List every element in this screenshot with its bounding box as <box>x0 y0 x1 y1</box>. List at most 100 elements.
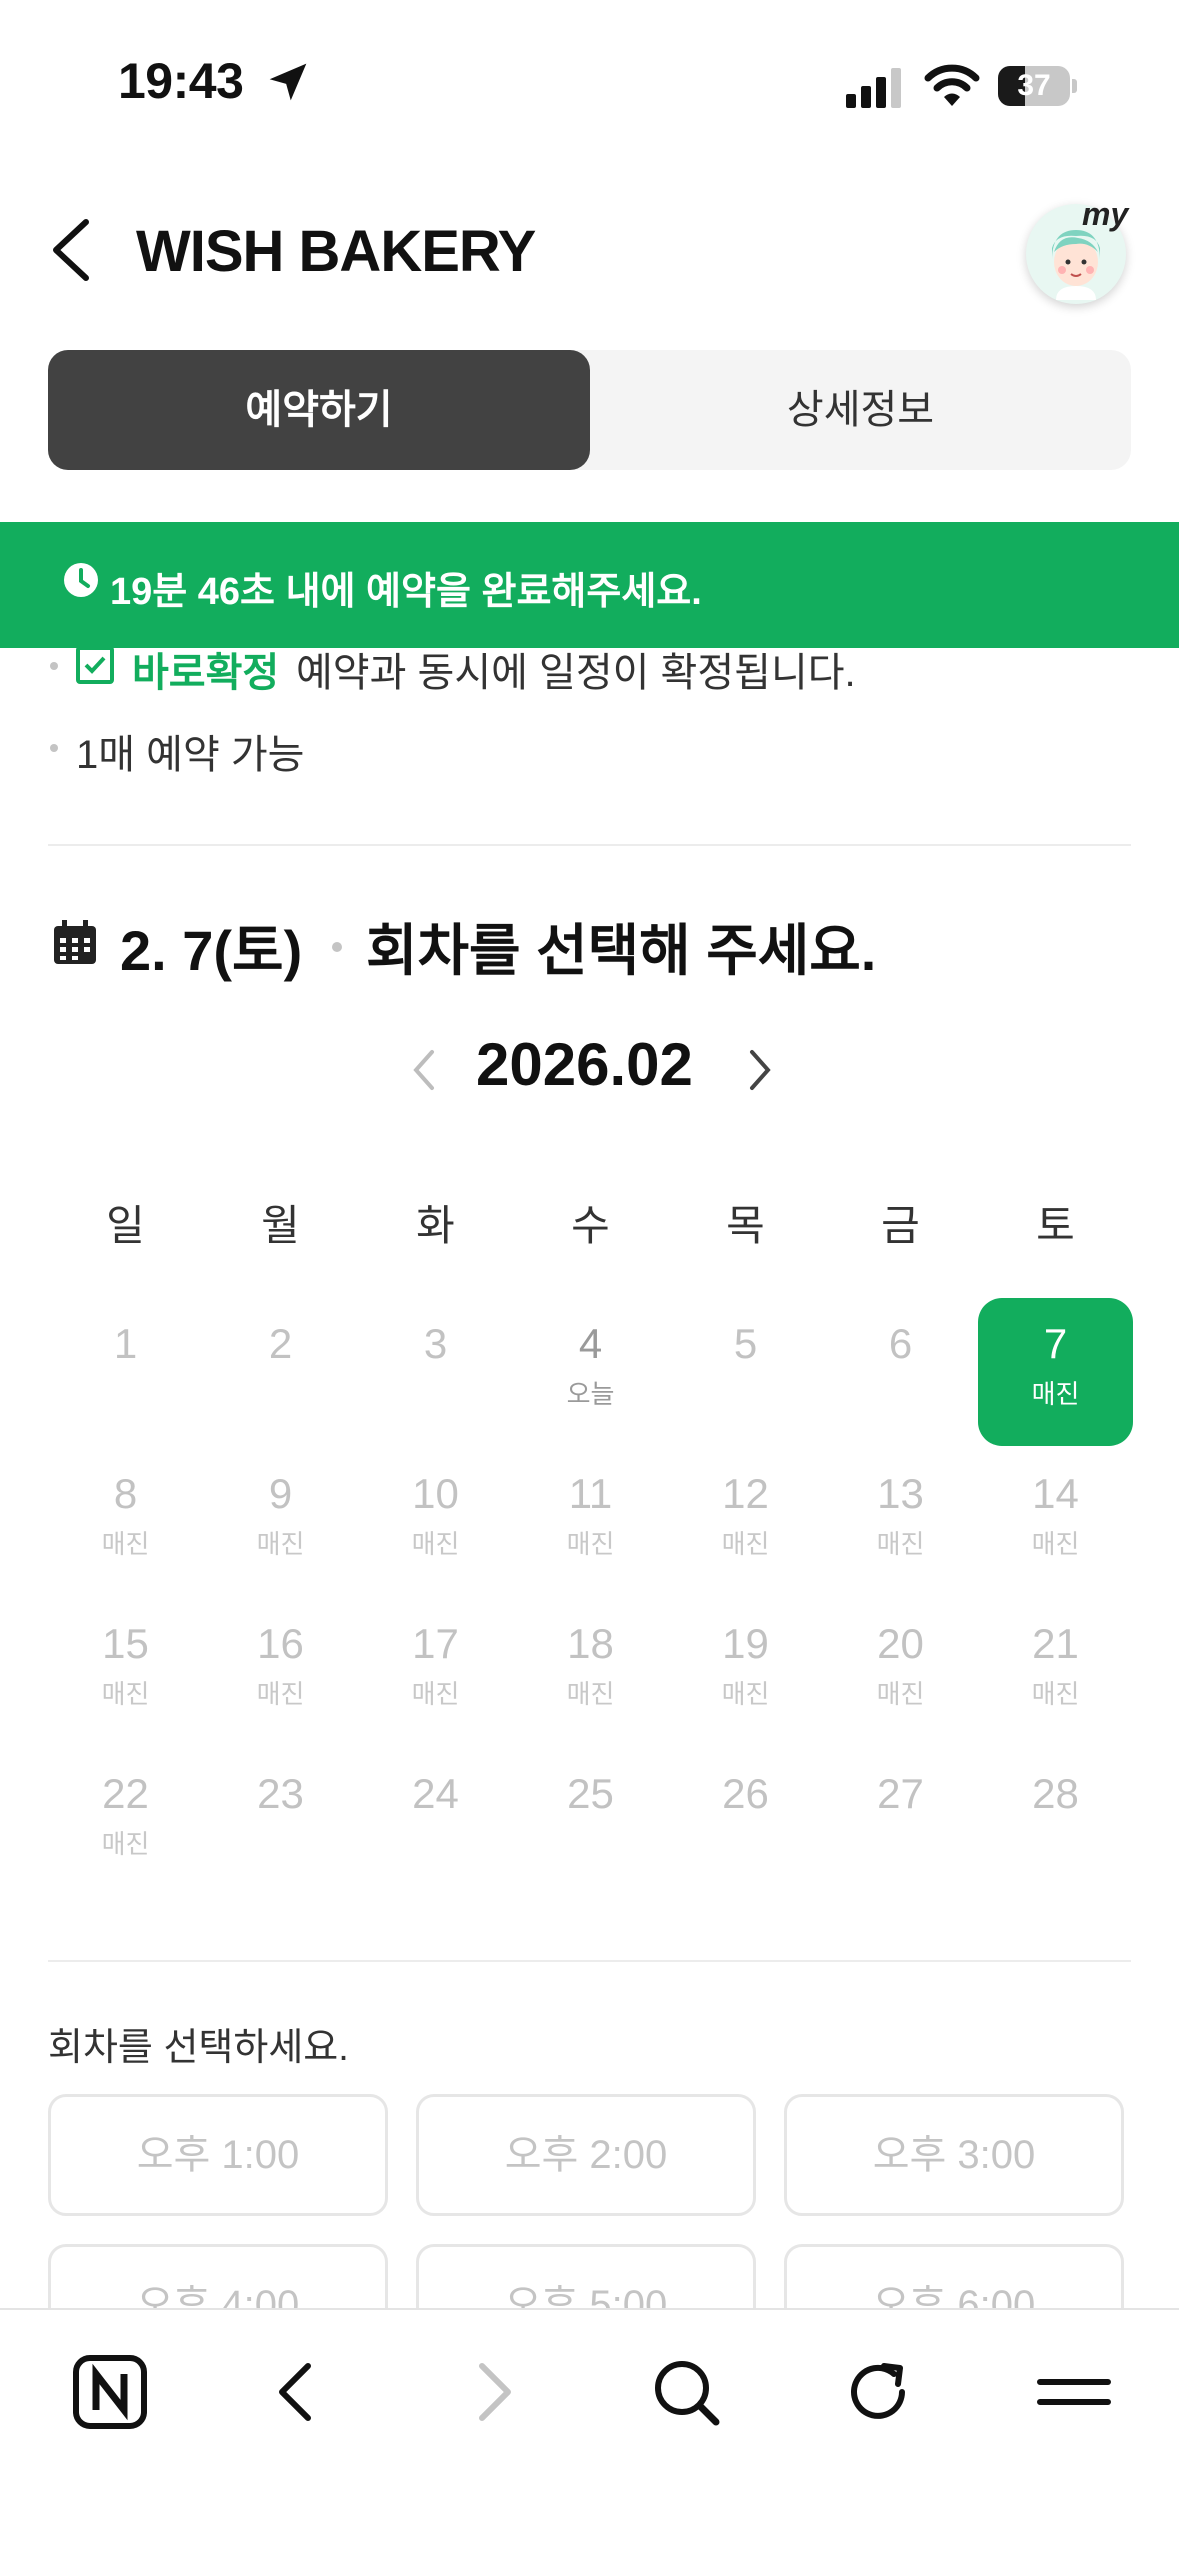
search-icon[interactable] <box>646 2352 726 2432</box>
calendar-day[interactable]: 11 매진 <box>513 1448 668 1596</box>
next-month-button[interactable] <box>740 1040 780 1100</box>
day-number: 9 <box>268 1470 293 1517</box>
calendar-day[interactable]: 21 매진 <box>978 1598 1133 1746</box>
calendar-day[interactable]: 4 오늘 <box>513 1298 668 1446</box>
day-number: 24 <box>412 1770 459 1817</box>
rounds-label: 회차를 선택하세요. <box>48 2027 349 2069</box>
calendar-day[interactable]: 26 <box>668 1748 823 1896</box>
sold-out-label: 매진 <box>876 1679 925 1709</box>
divider <box>48 1960 1131 1962</box>
clock-icon <box>64 563 98 597</box>
sold-out-label: 매진 <box>1031 1379 1080 1409</box>
calendar-day[interactable]: 20 매진 <box>823 1598 978 1746</box>
calendar-day[interactable]: 18 매진 <box>513 1598 668 1746</box>
sold-out-label: 매진 <box>566 1529 615 1559</box>
select-round-prompt: 회차를 선택해 주세요. <box>366 919 877 982</box>
calendar-day[interactable]: 14 매진 <box>978 1448 1133 1596</box>
bullet-dot <box>50 744 58 752</box>
day-number: 18 <box>567 1620 614 1667</box>
calendar-day-selected[interactable]: 7 매진 <box>978 1298 1133 1446</box>
calendar-day[interactable]: 9 매진 <box>203 1448 358 1596</box>
day-number: 21 <box>1032 1620 1079 1667</box>
weekday-label: 일 <box>106 1202 145 1249</box>
page-title: WISH BAKERY <box>136 219 536 284</box>
sold-out-label: 매진 <box>411 1529 460 1559</box>
checkbox-icon <box>76 646 114 684</box>
status-time: 19:43 <box>118 53 244 109</box>
refresh-icon[interactable] <box>840 2352 920 2432</box>
day-number: 11 <box>568 1470 613 1517</box>
day-number: 26 <box>722 1770 769 1817</box>
weekday-label: 수 <box>571 1202 610 1249</box>
prev-month-button[interactable] <box>404 1040 444 1100</box>
tab-details[interactable]: 상세정보 <box>590 350 1131 470</box>
day-number: 25 <box>567 1770 614 1817</box>
weekday-label: 토 <box>1036 1202 1075 1249</box>
sold-out-label: 매진 <box>721 1679 770 1709</box>
day-number: 5 <box>733 1320 758 1367</box>
calendar-day[interactable]: 28 <box>978 1748 1133 1896</box>
calendar-day[interactable]: 6 <box>823 1298 978 1446</box>
bullet-dot <box>50 662 58 670</box>
day-number: 23 <box>257 1770 304 1817</box>
booking-limit-text: 1매 예약 가능 <box>76 733 305 777</box>
calendar-icon <box>54 920 96 964</box>
sold-out-label: 매진 <box>101 1679 150 1709</box>
tab-bar: 예약하기 상세정보 <box>48 350 1131 470</box>
day-number: 13 <box>877 1470 924 1517</box>
day-number: 20 <box>877 1620 924 1667</box>
day-number: 28 <box>1032 1770 1079 1817</box>
menu-icon[interactable] <box>1034 2352 1114 2432</box>
weekday-label: 목 <box>726 1202 765 1249</box>
calendar-day[interactable]: 13 매진 <box>823 1448 978 1596</box>
calendar-day[interactable]: 2 <box>203 1298 358 1446</box>
forward-icon[interactable] <box>452 2352 532 2432</box>
calendar-day[interactable]: 19 매진 <box>668 1598 823 1746</box>
calendar-day[interactable]: 5 <box>668 1298 823 1446</box>
browser-toolbar <box>0 2308 1179 2558</box>
time-slot-button[interactable]: 오후 3:00 <box>784 2094 1124 2216</box>
weekday-label: 금 <box>881 1202 920 1249</box>
calendar-day[interactable]: 16 매진 <box>203 1598 358 1746</box>
sold-out-label: 매진 <box>411 1679 460 1709</box>
sold-out-label: 매진 <box>101 1829 150 1859</box>
day-number: 12 <box>722 1470 769 1517</box>
back-button[interactable] <box>42 210 102 290</box>
signal-icon <box>846 68 901 108</box>
weekday-label: 화 <box>416 1202 455 1249</box>
day-number: 22 <box>102 1770 149 1817</box>
sold-out-label: 매진 <box>256 1679 305 1709</box>
day-number: 1 <box>113 1320 138 1367</box>
sold-out-label: 매진 <box>101 1529 150 1559</box>
calendar-day[interactable]: 3 <box>358 1298 513 1446</box>
calendar-day[interactable]: 24 <box>358 1748 513 1896</box>
time-slot-button[interactable]: 오후 2:00 <box>416 2094 756 2216</box>
calendar-day[interactable]: 8 매진 <box>48 1448 203 1596</box>
day-number: 14 <box>1032 1470 1079 1517</box>
day-number: 4 <box>578 1320 603 1367</box>
naver-home-icon[interactable] <box>70 2352 150 2432</box>
sold-out-label: 매진 <box>566 1679 615 1709</box>
calendar-day[interactable]: 25 <box>513 1748 668 1896</box>
day-number: 17 <box>412 1620 459 1667</box>
battery-level: 37 <box>1017 69 1051 102</box>
calendar-day[interactable]: 15 매진 <box>48 1598 203 1746</box>
calendar-day[interactable]: 12 매진 <box>668 1448 823 1596</box>
day-number: 6 <box>888 1320 913 1367</box>
calendar-day[interactable]: 10 매진 <box>358 1448 513 1596</box>
calendar-day[interactable]: 17 매진 <box>358 1598 513 1746</box>
separator-dot <box>332 942 342 952</box>
sold-out-label: 매진 <box>721 1529 770 1559</box>
time-limit-text: 19분 46초 내에 예약을 완료해주세요. <box>110 571 702 613</box>
avatar-label: my <box>1082 196 1129 232</box>
time-slot-button[interactable]: 오후 1:00 <box>48 2094 388 2216</box>
calendar-day[interactable]: 23 <box>203 1748 358 1896</box>
calendar-day[interactable]: 1 <box>48 1298 203 1446</box>
wifi-icon <box>924 64 980 106</box>
instant-confirm-label: 바로확정 <box>132 651 280 695</box>
calendar-day[interactable]: 22 매진 <box>48 1748 203 1896</box>
back-icon[interactable] <box>258 2352 338 2432</box>
tab-reservation[interactable]: 예약하기 <box>48 350 590 470</box>
calendar-day[interactable]: 27 <box>823 1748 978 1896</box>
day-number: 16 <box>257 1620 304 1667</box>
